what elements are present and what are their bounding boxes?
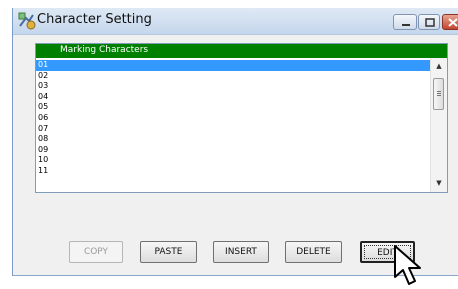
list-item[interactable]: 03 xyxy=(36,81,430,92)
scrollbar-thumb[interactable] xyxy=(433,78,444,110)
list-item[interactable]: 04 xyxy=(36,92,430,103)
list-header: Marking Characters xyxy=(36,44,447,58)
close-button[interactable] xyxy=(442,14,458,30)
maximize-icon xyxy=(425,18,435,27)
list-item[interactable]: 08 xyxy=(36,134,430,145)
scroll-up-arrow-icon[interactable]: ▲ xyxy=(434,61,444,71)
minimize-icon xyxy=(402,24,410,26)
list-rows: 01 02 03 04 05 06 07 08 09 10 11 xyxy=(36,60,430,177)
scroll-down-arrow-icon[interactable]: ▼ xyxy=(434,178,444,188)
window-title: Character Setting xyxy=(37,12,152,27)
list-item-selected[interactable]: 01 xyxy=(36,60,430,71)
close-icon xyxy=(448,18,458,27)
title-bar[interactable]: Character Setting xyxy=(13,8,458,35)
maximize-button[interactable] xyxy=(418,14,440,30)
list-item[interactable]: 06 xyxy=(36,113,430,124)
list-item[interactable]: 02 xyxy=(36,71,430,82)
list-item[interactable]: 07 xyxy=(36,124,430,135)
list-item[interactable]: 10 xyxy=(36,155,430,166)
vertical-scrollbar[interactable]: ▲ ▼ xyxy=(430,58,447,192)
list-item[interactable]: 09 xyxy=(36,145,430,156)
list-item[interactable]: 05 xyxy=(36,102,430,113)
list-header-label: Marking Characters xyxy=(60,45,149,55)
dialog-body: Marking Characters 01 02 03 04 05 06 07 … xyxy=(14,35,457,275)
arrow-cursor-icon xyxy=(394,245,421,285)
minimize-button[interactable] xyxy=(393,14,417,30)
list-item[interactable]: 11 xyxy=(36,166,430,177)
paste-button[interactable]: PASTE xyxy=(140,241,197,263)
copy-button[interactable]: COPY xyxy=(69,241,123,263)
character-setting-window: Character Setting Marking Characters 01 … xyxy=(12,8,458,276)
delete-button[interactable]: DELETE xyxy=(285,241,342,263)
marking-characters-list[interactable]: Marking Characters 01 02 03 04 05 06 07 … xyxy=(35,43,448,193)
insert-button[interactable]: INSERT xyxy=(213,241,269,263)
app-icon xyxy=(18,12,36,30)
